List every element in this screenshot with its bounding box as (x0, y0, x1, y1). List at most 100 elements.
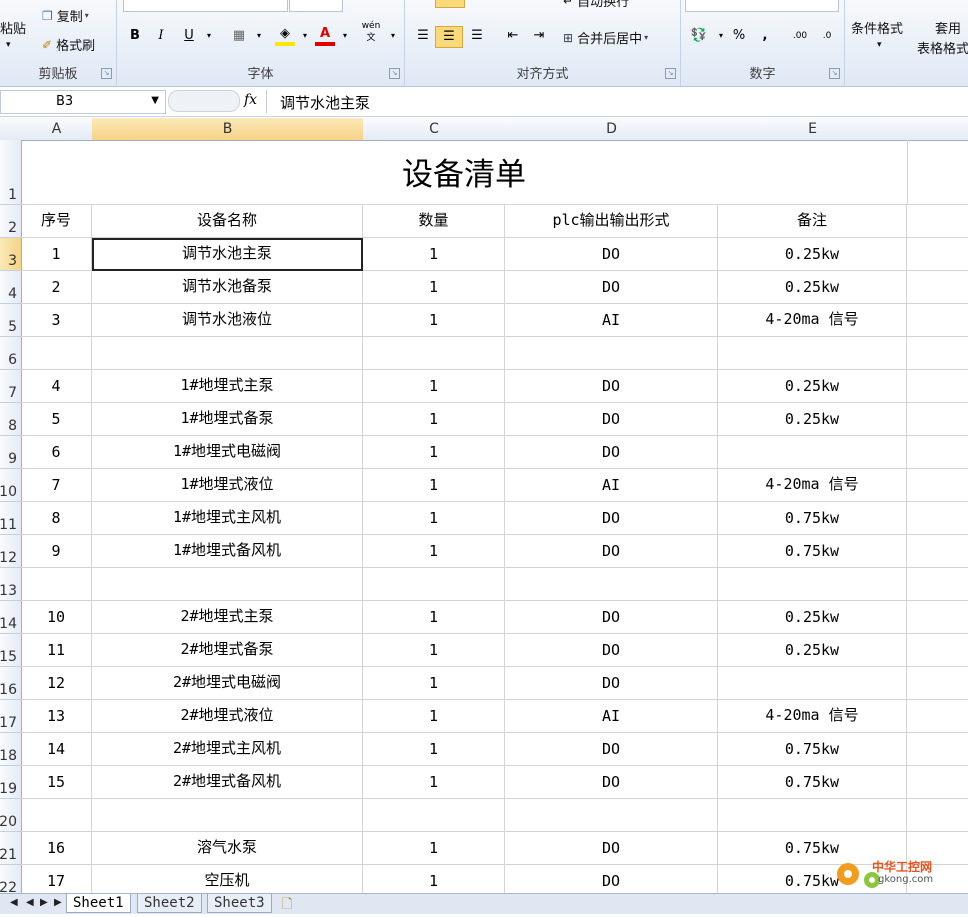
row-header-14[interactable]: 14 (0, 601, 22, 634)
cell-b13[interactable] (92, 568, 363, 601)
cell-b22[interactable]: 空压机 (92, 865, 363, 893)
cell-a9[interactable]: 6 (21, 436, 92, 469)
cell-c17[interactable]: 1 (363, 700, 505, 733)
row-header-20[interactable]: 20 (0, 799, 22, 832)
cell-f17[interactable] (907, 700, 968, 733)
column-header-e[interactable]: E (718, 118, 908, 141)
cell-f7[interactable] (907, 370, 968, 403)
cell-b20[interactable] (92, 799, 363, 832)
cell-a7[interactable]: 4 (21, 370, 92, 403)
font-size-combo[interactable] (289, 0, 343, 12)
column-header-a[interactable]: A (21, 118, 93, 141)
cell-a17[interactable]: 13 (21, 700, 92, 733)
align-right-icon[interactable]: ☰ (467, 26, 487, 46)
cell-d4[interactable]: DO (505, 271, 718, 304)
font-color-button[interactable]: A (315, 26, 335, 46)
cell-c4[interactable]: 1 (363, 271, 505, 304)
cell-b17[interactable]: 2#地埋式液位 (92, 700, 363, 733)
cell-c15[interactable]: 1 (363, 634, 505, 667)
number-format-combo[interactable] (685, 0, 839, 12)
tab-sheet2[interactable]: Sheet2 (137, 894, 202, 913)
row-header-22[interactable]: 22 (0, 865, 22, 893)
row-header-13[interactable]: 13 (0, 568, 22, 601)
cell-e5[interactable]: 4-20ma 信号 (718, 304, 907, 337)
cell-e13[interactable] (718, 568, 907, 601)
cell-b4[interactable]: 调节水池备泵 (92, 271, 363, 304)
cell-c9[interactable]: 1 (363, 436, 505, 469)
format-painter-button[interactable]: ✐ 格式刷 (42, 35, 95, 55)
header-cell-c[interactable]: 数量 (363, 205, 505, 238)
cell-d8[interactable]: DO (505, 403, 718, 436)
row-header-10[interactable]: 10 (0, 469, 22, 502)
row-header-18[interactable]: 18 (0, 733, 22, 766)
cell-a16[interactable]: 12 (21, 667, 92, 700)
cell-a4[interactable]: 2 (21, 271, 92, 304)
cell-b8[interactable]: 1#地埋式备泵 (92, 403, 363, 436)
cell-b18[interactable]: 2#地埋式主风机 (92, 733, 363, 766)
cell-b11[interactable]: 1#地埋式主风机 (92, 502, 363, 535)
cell-e16[interactable] (718, 667, 907, 700)
cell-c5[interactable]: 1 (363, 304, 505, 337)
table-format-button[interactable]: 套用 (935, 18, 961, 37)
cell-d18[interactable]: DO (505, 733, 718, 766)
cell-d15[interactable]: DO (505, 634, 718, 667)
row-header-17[interactable]: 17 (0, 700, 22, 733)
cell-d19[interactable]: DO (505, 766, 718, 799)
border-dropdown-icon[interactable]: ▾ (249, 26, 269, 46)
row-header-3[interactable]: 3 (0, 238, 22, 271)
cell-d3[interactable]: DO (505, 238, 718, 271)
row-header-19[interactable]: 19 (0, 766, 22, 799)
cell-a18[interactable]: 14 (21, 733, 92, 766)
cell-f12[interactable] (907, 535, 968, 568)
cell-f4[interactable] (907, 271, 968, 304)
cell-f6[interactable] (907, 337, 968, 370)
cell-e8[interactable]: 0.25kw (718, 403, 907, 436)
conditional-format-button[interactable]: 条件格式 (851, 18, 903, 37)
cell-f19[interactable] (907, 766, 968, 799)
cell-c18[interactable]: 1 (363, 733, 505, 766)
cell-c20[interactable] (363, 799, 505, 832)
merge-center-button[interactable]: ⊞ 合并后居中 ▾ (563, 28, 648, 48)
row-header-4[interactable]: 4 (0, 271, 22, 304)
cell-b14[interactable]: 2#地埋式主泵 (92, 601, 363, 634)
cell-f8[interactable] (907, 403, 968, 436)
row-header-12[interactable]: 12 (0, 535, 22, 568)
cell-e19[interactable]: 0.75kw (718, 766, 907, 799)
cell-f3[interactable] (907, 238, 968, 271)
border-icon[interactable]: ▦ (229, 26, 249, 46)
cell-d22[interactable]: DO (505, 865, 718, 893)
row-header-7[interactable]: 7 (0, 370, 22, 403)
cell-e6[interactable] (718, 337, 907, 370)
row-header-8[interactable]: 8 (0, 403, 22, 436)
align-left-icon[interactable]: ☰ (413, 26, 433, 46)
cell-e15[interactable]: 0.25kw (718, 634, 907, 667)
cell-c11[interactable]: 1 (363, 502, 505, 535)
cell-c19[interactable]: 1 (363, 766, 505, 799)
row-header-5[interactable]: 5 (0, 304, 22, 337)
cell-a14[interactable]: 10 (21, 601, 92, 634)
cell-c6[interactable] (363, 337, 505, 370)
header-cell-e[interactable]: 备注 (718, 205, 907, 238)
column-header-b[interactable]: B (92, 118, 364, 141)
tab-sheet3[interactable]: Sheet3 (207, 894, 272, 913)
cell-f11[interactable] (907, 502, 968, 535)
name-box-dropdown-icon[interactable]: ▼ (151, 95, 159, 106)
row-header-15[interactable]: 15 (0, 634, 22, 667)
row-header-6[interactable]: 6 (0, 337, 22, 370)
cell-a19[interactable]: 15 (21, 766, 92, 799)
align-top-button[interactable] (435, 0, 465, 8)
cell-f5[interactable] (907, 304, 968, 337)
cell-a11[interactable]: 8 (21, 502, 92, 535)
cell-b15[interactable]: 2#地埋式备泵 (92, 634, 363, 667)
cell-d9[interactable]: DO (505, 436, 718, 469)
cell-e14[interactable]: 0.25kw (718, 601, 907, 634)
name-box[interactable]: B3 ▼ (0, 90, 166, 114)
merged-title-cell[interactable]: 设备清单 (21, 140, 908, 205)
cell-e3[interactable]: 0.25kw (718, 238, 907, 271)
cell-d12[interactable]: DO (505, 535, 718, 568)
alignment-launcher-icon[interactable]: ↘ (665, 68, 676, 79)
column-header-d[interactable]: D (505, 118, 719, 141)
paste-button[interactable]: 粘贴 (0, 18, 26, 37)
cell-e18[interactable]: 0.75kw (718, 733, 907, 766)
cell-c21[interactable]: 1 (363, 832, 505, 865)
